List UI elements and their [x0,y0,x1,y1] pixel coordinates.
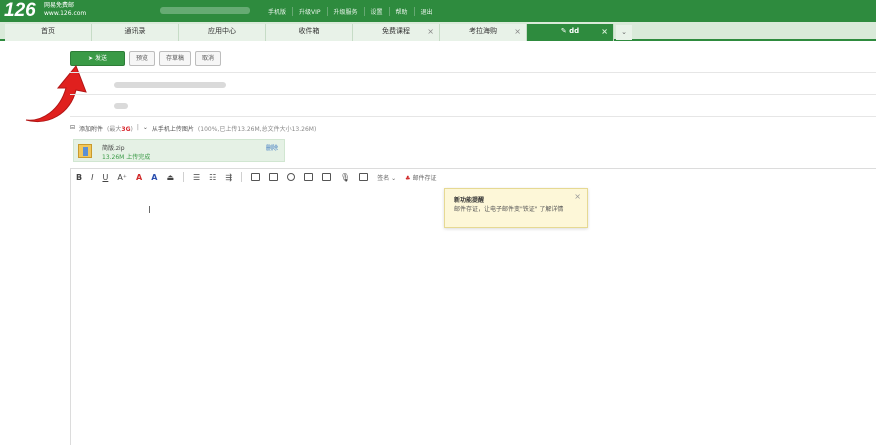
logo-line1: 网易免费邮 [44,2,75,9]
format-toolbar: B I U A⁺ A A ⏏ ☰ ☷ ⇶ 🎙 签名 ⌄ ♣ 邮件存证 [76,170,436,184]
highlight-icon[interactable]: A [151,173,157,182]
logout-link[interactable]: 退出 [413,6,439,16]
help-link[interactable]: 帮助 [388,6,414,16]
mail-certify-button[interactable]: ♣ 邮件存证 [405,173,436,182]
save-draft-button[interactable]: 存草稿 [159,51,192,66]
underline-icon[interactable]: U [102,173,108,182]
limit-suffix: ) [130,126,133,133]
signature-label: 签名 [377,174,390,182]
file-status: 13.26M 上传完成 [102,154,151,161]
attachment-row: ⊟ 添加附件 (最大3G) | ⌄ 从手机上传图片 (100%,已上传13.26… [70,124,316,133]
tooltip-body[interactable]: 邮件存证，让电子邮件变"铁证" 了解详情 [454,205,574,214]
bold-icon[interactable]: B [76,173,82,182]
subject-field-blurred[interactable] [114,103,128,109]
more-tools-icon[interactable] [359,173,369,181]
preview-button[interactable]: 预览 [129,51,156,66]
divider [241,172,243,182]
close-icon[interactable]: × [427,24,434,39]
divider [70,94,876,95]
divider [70,72,876,73]
table-icon[interactable] [322,173,332,181]
close-icon[interactable]: × [574,192,581,201]
certify-icon: ♣ [405,174,411,182]
upgrade-link[interactable]: 升级服务 [326,6,364,16]
tab-app-center[interactable]: 应用中心 [179,24,266,41]
template-icon[interactable] [304,173,314,181]
tab-label: dd [569,27,580,35]
tab-label: 应用中心 [208,27,236,35]
image-icon[interactable] [251,173,261,181]
emoji-icon[interactable] [287,173,296,181]
add-attachment-link[interactable]: 添加附件 [79,124,103,133]
top-links: 手机版 升级VIP 升级服务 设置 帮助 退出 [262,0,439,22]
file-name: 简版.zip [102,145,125,152]
tab-bar: 首页 通讯录 应用中心 收件箱 免费课程 × 考拉海购 × ✎ dd × ⌄ [0,22,876,41]
tab-contacts[interactable]: 通讯录 [92,24,179,41]
list-icon[interactable]: ☷ [209,173,216,182]
tab-label: 考拉海购 [469,27,497,35]
vip-link[interactable]: 升级VIP [292,6,327,16]
cancel-button[interactable]: 取消 [195,51,222,66]
text-cursor-icon: I [148,205,151,216]
indent-icon[interactable]: ⇶ [225,173,232,182]
font-size-icon[interactable]: A⁺ [117,173,127,182]
compose-toolbar: ➤ 发送 预览 存草稿 取消 [70,51,222,66]
attachment-limit: (最大3G) [107,124,133,133]
tab-compose[interactable]: ✎ dd × [527,24,614,41]
screenshot-icon[interactable] [269,173,279,181]
divider [183,172,184,182]
signature-dropdown[interactable]: 签名 ⌄ [377,173,396,182]
align-icon[interactable]: ☰ [193,173,200,182]
chevron-down-icon[interactable]: ⌄ [143,124,148,133]
logo-text: 网易免费邮 www.126.com [44,2,86,18]
mobile-link[interactable]: 手机版 [262,7,292,16]
format-brush-icon[interactable]: ⏏ [166,173,174,182]
delete-attachment-link[interactable]: 删除 [266,143,278,152]
limit-value: 3G [121,126,131,133]
red-arrow-annotation [25,65,87,122]
logo-line2: www.126.com [44,10,87,17]
tooltip-title: 新功能提醒 [454,197,485,204]
attachment-card: 简版.zip 13.26M 上传完成 删除 [73,139,285,162]
recipient-field-blurred[interactable] [114,82,226,88]
send-label: 发送 [94,55,107,62]
tab-label: 收件箱 [298,27,320,35]
close-icon[interactable]: × [601,24,608,39]
logo[interactable]: 126 [4,0,36,22]
top-bar: 126 网易免费邮 www.126.com 手机版 升级VIP 升级服务 设置 … [0,0,876,22]
tab-home[interactable]: 首页 [5,24,92,41]
close-icon[interactable]: × [514,24,521,39]
font-color-icon[interactable]: A [136,173,142,182]
voice-icon[interactable]: 🎙 [340,173,350,182]
limit-prefix: (最大 [107,126,122,133]
divider [70,116,876,117]
chevron-down-icon: ⌄ [621,28,627,36]
tab-label: 免费课程 [382,27,410,35]
paperclip-icon: ⊟ [70,124,76,131]
tab-more-dropdown[interactable]: ⌄ [616,25,632,40]
upload-summary: (100%,已上传13.26M,总文件大小13.26M) [197,126,317,133]
tab-inbox[interactable]: 收件箱 [266,24,353,41]
edit-icon: ✎ [560,27,570,35]
tab-label: 首页 [41,27,55,35]
separator: | [136,124,139,131]
phone-upload-link[interactable]: 从手机上传图片 [152,124,194,133]
italic-icon[interactable]: I [91,173,93,182]
certify-label: 邮件存证 [412,174,437,182]
settings-link[interactable]: 设置 [363,6,389,16]
tab-free-course[interactable]: 免费课程 × [353,24,440,41]
user-account-blurred [160,7,250,14]
tab-kaola[interactable]: 考拉海购 × [440,24,527,41]
tab-label: 通讯录 [124,27,146,35]
new-feature-tooltip: 新功能提醒 邮件存证，让电子邮件变"铁证" 了解详情 × [444,188,588,228]
zip-file-icon [78,144,92,158]
